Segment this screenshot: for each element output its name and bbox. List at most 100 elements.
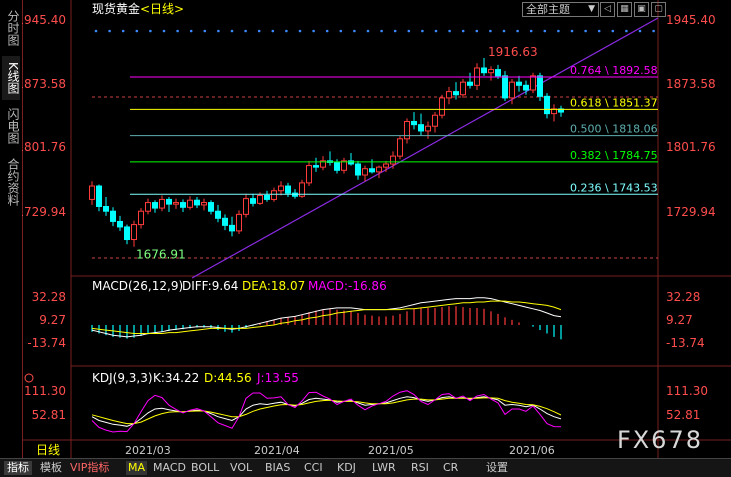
- high-price-label: 1916.63: [488, 45, 538, 59]
- candle-body: [537, 75, 543, 97]
- grid-icon[interactable]: ▦: [617, 2, 632, 17]
- price-tick-left-1: 1873.58: [22, 77, 66, 91]
- fib-label-2: 0.500 \ 1818.06: [570, 123, 658, 136]
- btab-vip[interactable]: VIP指标: [70, 461, 109, 475]
- candle-body: [530, 75, 536, 91]
- candle-body: [481, 67, 487, 74]
- price-tick-right-2: 1801.76: [666, 140, 716, 154]
- x-date-3: 2021/06: [509, 444, 555, 457]
- high-dot: [298, 29, 302, 33]
- macd-tick-right-1: 9.27: [666, 313, 693, 327]
- candle-body: [250, 198, 256, 204]
- candle-body: [285, 185, 291, 194]
- price-tick-right-3: 1729.94: [666, 205, 716, 219]
- candle-body: [96, 185, 102, 207]
- candle-body: [215, 210, 221, 219]
- btab-settings[interactable]: 设置: [486, 461, 508, 475]
- high-dot: [502, 29, 506, 33]
- price-tick-right-1: 1873.58: [666, 77, 716, 91]
- bottom-toolbar: 指标 模板 VIP指标 MA MACD BOLL VOL BIAS CCI KD…: [0, 458, 731, 477]
- tab-timeshare[interactable]: 分时图: [2, 4, 20, 52]
- candle-body: [411, 121, 417, 126]
- high-dot: [489, 29, 492, 33]
- fibonacci-layer: 0.764 \ 1892.58 0.618 \ 1851.37 0.500 \ 18…: [130, 64, 658, 195]
- x-period-label: 日线: [36, 443, 60, 457]
- candle-body: [152, 202, 158, 209]
- high-dot: [366, 29, 370, 33]
- btab-kdj[interactable]: KDJ: [337, 461, 356, 475]
- candle-body: [516, 81, 522, 86]
- high-dot: [638, 29, 642, 33]
- period-label: <日线>: [140, 2, 184, 16]
- candle-body: [306, 165, 312, 184]
- candle-body: [418, 124, 424, 132]
- x-date-0: 2021/03: [125, 444, 171, 457]
- high-dot: [203, 29, 207, 33]
- btab-bias[interactable]: BIAS: [265, 461, 290, 475]
- candle-body: [131, 224, 137, 241]
- high-dot: [652, 29, 655, 33]
- candle-body: [383, 163, 389, 168]
- candle-body: [495, 69, 501, 77]
- high-dot: [230, 29, 234, 33]
- high-dot: [543, 29, 547, 33]
- high-dot: [584, 29, 587, 33]
- fib-label-1: 0.618 \ 1851.37: [570, 96, 658, 109]
- high-dot: [625, 29, 628, 33]
- btab-indicator[interactable]: 指标: [4, 461, 32, 475]
- btab-boll[interactable]: BOLL: [191, 461, 219, 475]
- high-dot: [516, 29, 519, 33]
- chart-area[interactable]: 现货黄金 <日线> 1945.40 1873.58 1801.76 1729.9…: [22, 0, 731, 458]
- layout-icon[interactable]: ▣: [634, 2, 649, 17]
- price-tick-left-0: 1945.40: [22, 13, 66, 27]
- back-icon[interactable]: ◁: [600, 2, 615, 17]
- candle-body: [509, 81, 515, 99]
- window-icon[interactable]: ▢: [651, 2, 666, 17]
- btab-lwr[interactable]: LWR: [372, 461, 396, 475]
- high-dot: [149, 29, 152, 33]
- candle-body: [117, 220, 123, 228]
- candle-body: [460, 81, 466, 96]
- candle-body: [124, 226, 130, 241]
- fib-label-4: 0.236 \ 1743.53: [570, 181, 658, 194]
- candle-body: [166, 198, 172, 205]
- candle-body: [180, 202, 186, 208]
- candle-body: [502, 75, 508, 99]
- high-dot: [176, 29, 179, 33]
- btab-macd[interactable]: MACD: [153, 461, 186, 475]
- theme-dropdown-label: 全部主题: [526, 3, 570, 16]
- kdj-settings-icon[interactable]: [24, 373, 34, 383]
- tab-kline[interactable]: K线图: [2, 56, 20, 100]
- candle-body: [425, 125, 431, 132]
- btab-cci[interactable]: CCI: [304, 461, 323, 475]
- btab-vol[interactable]: VOL: [230, 461, 252, 475]
- kdj-k-label: K:34.22: [153, 371, 199, 385]
- high-dot: [108, 29, 111, 33]
- price-tick-right-0: 1945.40: [666, 13, 716, 27]
- high-dot: [339, 29, 343, 33]
- candle-body: [222, 217, 228, 226]
- theme-dropdown[interactable]: 全部主题 ▼: [522, 2, 599, 17]
- macd-tick-left-2: -13.74: [27, 336, 66, 350]
- candle-body: [544, 95, 550, 115]
- high-dot: [271, 29, 275, 33]
- btab-cr[interactable]: CR: [443, 461, 458, 475]
- candle-body: [523, 84, 529, 91]
- candle-body: [278, 185, 284, 192]
- instrument-name: 现货黄金: [92, 1, 140, 16]
- candle-body: [439, 97, 445, 116]
- low-price-label: 1676.91: [136, 248, 186, 262]
- tab-lightning[interactable]: 闪电图: [2, 104, 20, 148]
- btab-template[interactable]: 模板: [40, 461, 62, 475]
- btab-ma[interactable]: MA: [126, 461, 148, 475]
- candle-body: [229, 224, 235, 232]
- macd-tick-left-1: 9.27: [39, 313, 66, 327]
- x-date-2: 2021/05: [368, 444, 414, 457]
- candle-body: [103, 205, 109, 212]
- tab-contract-info[interactable]: 合约资料: [2, 152, 20, 212]
- high-dot: [529, 29, 533, 33]
- macd-diff-label: DIFF:9.64: [182, 279, 238, 293]
- btab-rsi[interactable]: RSI: [411, 461, 429, 475]
- macd-tick-left-0: 32.28: [32, 290, 66, 304]
- macd-title: MACD(26,12,9): [92, 279, 183, 293]
